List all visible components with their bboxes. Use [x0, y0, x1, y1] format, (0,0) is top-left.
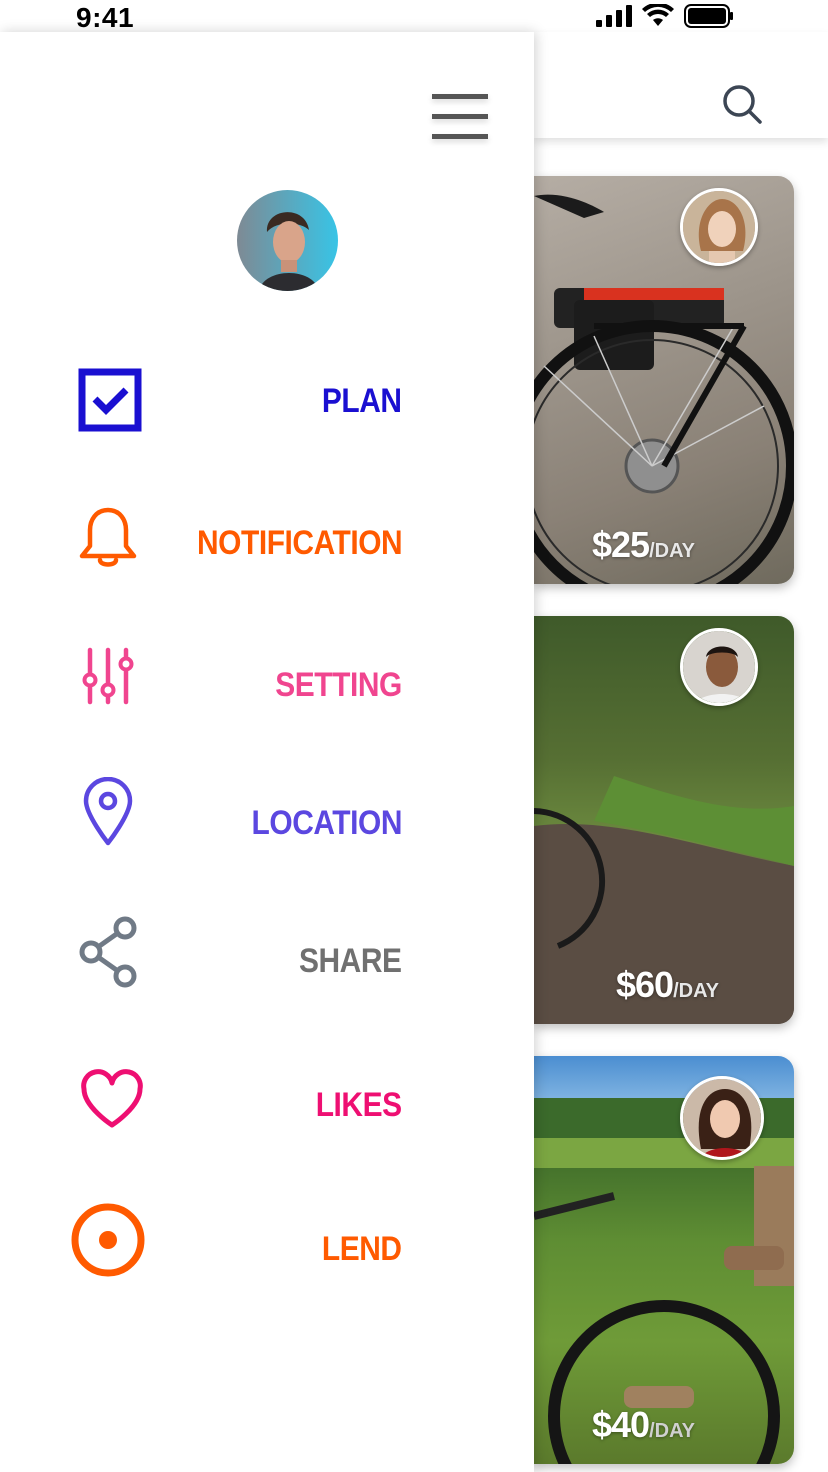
listing-card[interactable]: $60/DAY [534, 616, 794, 1024]
status-time: 9:41 [76, 2, 135, 33]
menu-item-location[interactable]: LOCATION [60, 772, 420, 872]
menu-label-likes: LIKES [316, 1086, 402, 1124]
menu-item-notification[interactable]: NOTIFICATION [60, 496, 420, 596]
menu-label-setting: SETTING [275, 666, 402, 704]
price-label: $40/DAY [592, 1404, 696, 1445]
menu-label-location: LOCATION [251, 804, 403, 842]
menu-label-share: SHARE [299, 942, 402, 980]
menu-item-share[interactable]: SHARE [60, 912, 420, 1012]
app-header [534, 32, 828, 138]
price-label: $60/DAY [616, 964, 720, 1005]
signal-icon [596, 5, 632, 27]
search-icon [723, 85, 762, 124]
avatar-photo [237, 190, 338, 291]
listing-card[interactable]: $25/DAY [534, 176, 794, 584]
menu-label-plan: PLAN [322, 382, 402, 420]
profile-avatar[interactable] [237, 190, 338, 291]
menu-item-likes[interactable]: LIKES [60, 1060, 420, 1160]
hamburger-icon-bar [432, 94, 488, 99]
menu-label-notification: NOTIFICATION [196, 524, 403, 562]
status-bar: 9:41 [0, 0, 828, 34]
menu-toggle-button[interactable] [432, 94, 488, 144]
navigation-drawer: PLAN NOTIFICATION SETTING LOCATION SHARE… [0, 32, 534, 1472]
listing-card[interactable]: $40/DAY [534, 1056, 794, 1464]
menu-item-lend[interactable]: LEND [60, 1202, 420, 1302]
menu-item-plan[interactable]: PLAN [60, 358, 420, 458]
menu-label-lend: LEND [322, 1230, 402, 1268]
hamburger-icon-bar [432, 114, 488, 119]
search-button[interactable] [720, 82, 764, 126]
share-icon [68, 912, 148, 992]
hamburger-icon-bar [432, 134, 488, 139]
menu-item-setting[interactable]: SETTING [60, 634, 420, 734]
checkbox-icon [70, 360, 150, 440]
target-icon [68, 1200, 148, 1280]
location-pin-icon [68, 772, 148, 852]
owner-avatar[interactable] [680, 1076, 764, 1160]
status-icons [596, 4, 734, 28]
sliders-icon [68, 636, 148, 716]
heart-icon [72, 1060, 152, 1140]
wifi-icon [642, 4, 674, 26]
battery-icon [684, 4, 733, 28]
owner-avatar[interactable] [680, 188, 758, 266]
owner-avatar[interactable] [680, 628, 758, 706]
price-label: $25/DAY [592, 524, 696, 565]
bell-icon [68, 498, 148, 578]
